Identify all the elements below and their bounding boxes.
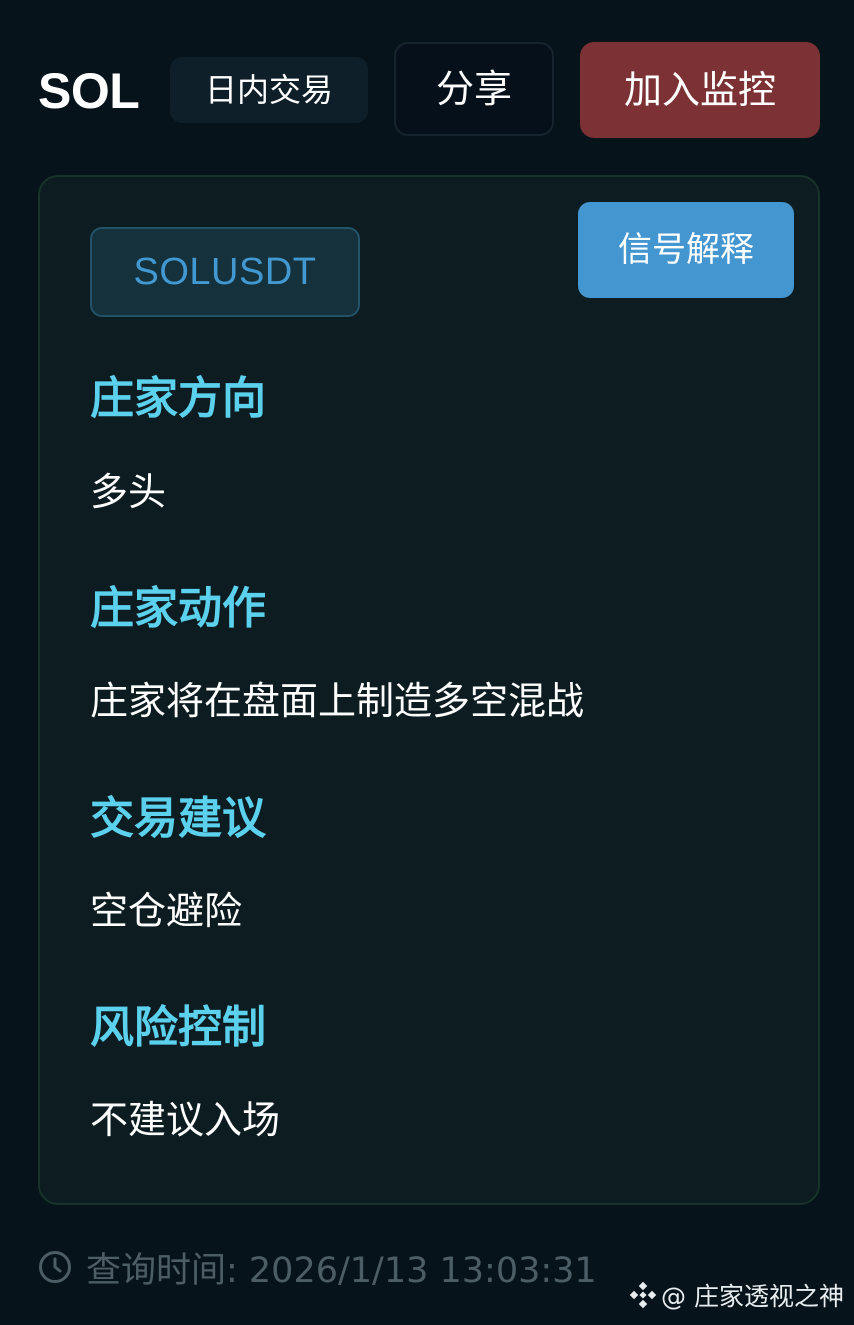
section-title-action: 庄家动作 — [90, 583, 266, 634]
watermark: @ 庄家透视之神 — [629, 1277, 844, 1313]
pair-tag: SOLUSDT — [90, 227, 360, 317]
clock-icon — [39, 1251, 71, 1283]
section-title-risk: 风险控制 — [90, 1002, 266, 1053]
section-value-action: 庄家将在盘面上制造多空混战 — [90, 679, 585, 723]
binance-logo-icon — [629, 1281, 657, 1309]
section-value-advice: 空仓避险 — [90, 889, 243, 933]
symbol-title: SOL — [38, 63, 140, 119]
trade-mode-badge: 日内交易 — [170, 57, 368, 123]
section-value-direction: 多头 — [90, 470, 167, 514]
add-monitor-button[interactable]: 加入监控 — [580, 42, 820, 138]
signal-card: SOLUSDT 信号解释 庄家方向 多头 庄家动作 庄家将在盘面上制造多空混战 … — [38, 175, 820, 1205]
watermark-text: @ 庄家透视之神 — [661, 1282, 844, 1311]
section-value-risk: 不建议入场 — [90, 1098, 281, 1142]
query-time: 查询时间: 2026/1/13 13:03:31 — [38, 1245, 597, 1291]
header: SOL 日内交易 分享 加入监控 — [0, 0, 854, 160]
signal-explain-button[interactable]: 信号解释 — [578, 202, 794, 298]
share-button[interactable]: 分享 — [394, 42, 554, 136]
section-title-advice: 交易建议 — [90, 793, 266, 844]
section-title-direction: 庄家方向 — [90, 373, 266, 424]
query-time-label: 查询时间: 2026/1/13 13:03:31 — [86, 1250, 597, 1291]
